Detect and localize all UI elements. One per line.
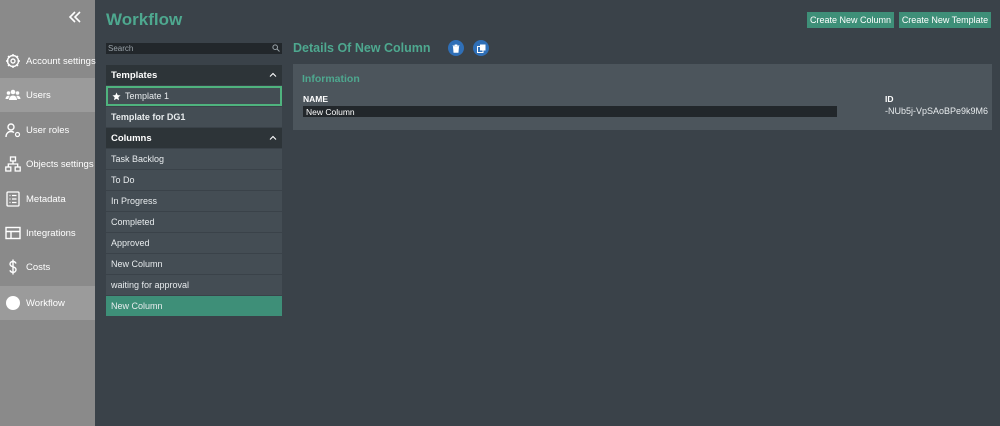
column-item-active[interactable]: New Column: [106, 296, 282, 316]
create-new-template-button[interactable]: Create New Template: [899, 12, 991, 28]
sidebar-item-users[interactable]: Users: [0, 78, 95, 112]
column-item[interactable]: Approved: [106, 233, 282, 253]
column-item[interactable]: waiting for approval: [106, 275, 282, 295]
sidebar-item-integrations[interactable]: Integrations: [0, 216, 95, 250]
template-label: Template for DG1: [111, 112, 186, 122]
objects-icon: [5, 156, 21, 172]
create-new-column-button[interactable]: Create New Column: [807, 12, 894, 28]
sidebar-item-label: Objects settings: [26, 158, 94, 170]
sidebar-item-label: User roles: [26, 124, 70, 136]
sidebar: Account settings Users User roles Object…: [0, 0, 96, 426]
sidebar-item-label: Integrations: [26, 227, 76, 239]
templates-section-header[interactable]: Templates: [106, 65, 282, 85]
id-label: ID: [885, 94, 894, 104]
id-value: -NUb5j-VpSAoBPe9k9M6: [885, 106, 989, 116]
sidebar-item-objects-settings[interactable]: Objects settings: [0, 147, 95, 181]
search-icon[interactable]: [272, 44, 280, 52]
duplicate-button[interactable]: [473, 40, 489, 56]
section-title: Columns: [111, 132, 152, 144]
chevron-up-icon[interactable]: [269, 134, 277, 142]
copy-icon: [476, 44, 485, 53]
template-item[interactable]: Template for DG1: [106, 107, 282, 127]
workflow-circle-icon: [6, 296, 20, 310]
chevron-up-icon[interactable]: [269, 71, 277, 79]
star-icon: [112, 91, 121, 100]
columns-section-header[interactable]: Columns: [106, 128, 282, 148]
information-panel: Information NAME ID -NUb5j-VpSAoBPe9k9M6: [293, 64, 992, 130]
column-item[interactable]: In Progress: [106, 191, 282, 211]
template-item[interactable]: Template 1: [106, 86, 282, 106]
sidebar-item-costs[interactable]: Costs: [0, 250, 95, 284]
metadata-icon: [6, 191, 20, 207]
sidebar-item-account-settings[interactable]: Account settings: [0, 44, 96, 78]
trash-icon: [452, 44, 460, 53]
sidebar-item-user-roles[interactable]: User roles: [0, 113, 95, 147]
column-item[interactable]: To Do: [106, 170, 282, 190]
name-label: NAME: [303, 94, 329, 104]
integrations-icon: [5, 226, 21, 240]
sidebar-item-label: Users: [26, 89, 51, 101]
column-item[interactable]: Task Backlog: [106, 149, 282, 169]
double-chevron-left-icon[interactable]: [66, 8, 84, 26]
dollar-icon: [9, 259, 17, 275]
section-title: Information: [302, 73, 360, 85]
column-item[interactable]: New Column: [106, 254, 282, 274]
search-box: [106, 43, 282, 54]
name-input[interactable]: [303, 106, 837, 117]
sidebar-item-label: Costs: [26, 261, 51, 273]
page-title: Workflow: [106, 10, 183, 29]
sidebar-item-metadata[interactable]: Metadata: [0, 182, 95, 216]
gear-icon: [6, 54, 20, 68]
sidebar-item-label: Account settings: [26, 55, 96, 67]
details-title: Details Of New Column: [293, 41, 431, 55]
delete-button[interactable]: [448, 40, 464, 56]
sidebar-item-label: Workflow: [26, 297, 65, 309]
user-roles-icon: [5, 123, 21, 138]
template-label: Template 1: [125, 91, 170, 101]
users-icon: [5, 89, 21, 100]
column-item[interactable]: Completed: [106, 212, 282, 232]
sidebar-item-workflow[interactable]: Workflow: [0, 286, 95, 320]
search-input[interactable]: [106, 43, 266, 54]
workflow-list: Templates Template 1 Template for DG1 Co…: [106, 65, 282, 316]
section-title: Templates: [111, 69, 158, 81]
sidebar-item-label: Metadata: [26, 193, 66, 205]
